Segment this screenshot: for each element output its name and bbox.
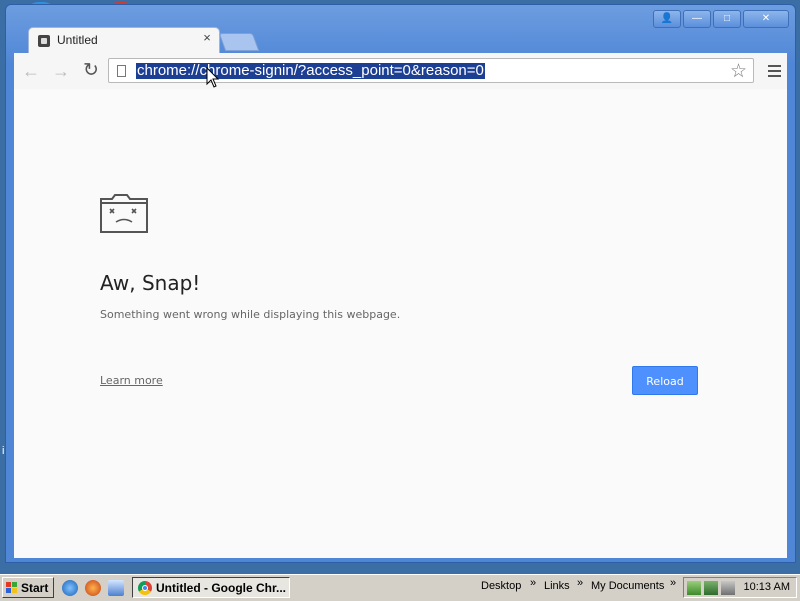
chrome-menu-icon[interactable] — [768, 65, 781, 80]
back-button[interactable]: ← — [20, 60, 42, 82]
windows-logo-icon — [6, 582, 17, 593]
tab-close-icon[interactable]: × — [200, 31, 214, 45]
minimize-button[interactable]: — — [683, 10, 711, 28]
reload-button[interactable]: Reload — [632, 366, 698, 395]
start-button[interactable]: Start — [2, 577, 54, 598]
system-tray: 10:13 AM — [683, 577, 797, 598]
toolbar-link-desktop[interactable]: Desktop — [481, 580, 521, 592]
sad-tab-icon — [100, 194, 148, 233]
page-icon — [117, 65, 126, 77]
sad-page-favicon-icon — [38, 35, 50, 47]
close-window-button[interactable]: ✕ — [743, 10, 789, 28]
show-desktop-icon[interactable] — [108, 580, 124, 596]
learn-more-link[interactable]: Learn more — [100, 374, 163, 387]
security-tray-icon[interactable] — [704, 581, 718, 595]
browser-toolbar: ← → ↻ chrome://chrome-signin/?access_poi… — [14, 53, 787, 90]
tab-title: Untitled — [57, 33, 98, 47]
error-title: Aw, Snap! — [100, 271, 201, 295]
url-text[interactable]: chrome://chrome-signin/?access_point=0&r… — [136, 63, 485, 79]
volume-tray-icon[interactable] — [721, 581, 735, 595]
mouse-cursor-icon — [206, 67, 220, 88]
taskbar-item-label: Untitled - Google Chr... — [156, 581, 286, 595]
network-tray-icon[interactable] — [687, 581, 701, 595]
forward-button[interactable]: → — [50, 60, 72, 82]
chevron-icon[interactable]: » — [577, 577, 583, 589]
new-tab-button[interactable] — [218, 33, 260, 51]
bookmark-star-icon[interactable]: ☆ — [730, 60, 747, 83]
page-content: Aw, Snap! Something went wrong while dis… — [14, 89, 787, 558]
clock[interactable]: 10:13 AM — [744, 581, 790, 593]
error-description: Something went wrong while displaying th… — [100, 308, 401, 321]
browser-tab[interactable]: Untitled × — [28, 27, 220, 53]
start-label: Start — [21, 581, 49, 595]
chevron-icon[interactable]: » — [530, 577, 536, 589]
taskbar: Start Untitled - Google Chr... Desktop »… — [0, 574, 800, 601]
chevron-icon[interactable]: » — [670, 577, 676, 589]
firefox-icon[interactable] — [85, 580, 101, 596]
taskbar-item-chrome[interactable]: Untitled - Google Chr... — [132, 577, 290, 598]
reload-toolbar-button[interactable]: ↻ — [80, 60, 102, 82]
internet-explorer-icon[interactable] — [62, 580, 78, 596]
profile-button[interactable]: 👤 — [653, 10, 681, 28]
chrome-icon — [138, 581, 152, 595]
toolbar-link-links[interactable]: Links — [544, 580, 570, 592]
maximize-button[interactable]: □ — [713, 10, 741, 28]
browser-window: Untitled × 👤 — □ ✕ ← → ↻ chrome://chrome… — [5, 4, 796, 563]
toolbar-link-my-documents[interactable]: My Documents — [591, 580, 664, 592]
address-bar[interactable]: chrome://chrome-signin/?access_point=0&r… — [108, 58, 754, 83]
window-controls: 👤 — □ ✕ — [653, 10, 789, 28]
